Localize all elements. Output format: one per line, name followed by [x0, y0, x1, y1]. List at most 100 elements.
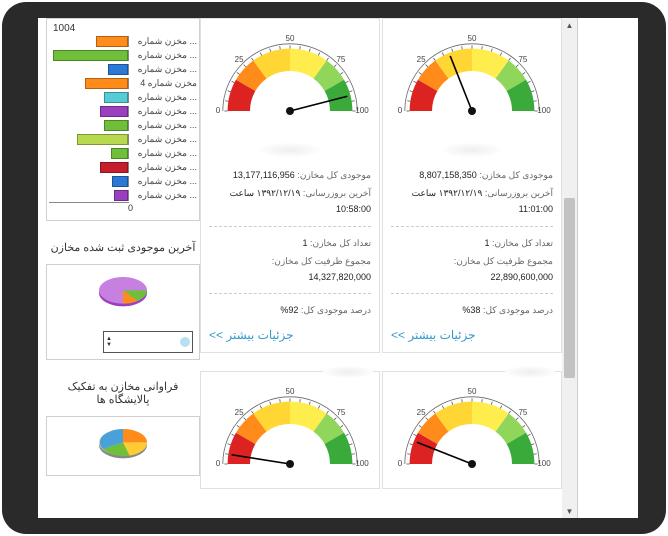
svg-text:75: 75: [336, 55, 345, 64]
bar-row-label: ... مخزن شماره: [131, 134, 197, 145]
count-line: تعداد کل مخازن: 1: [209, 235, 371, 251]
gauge-card-2: 0255075100 موجودی کل مخازن: 8,807,158,35…: [382, 18, 562, 353]
bar-row: ... مخزن شماره: [49, 146, 197, 160]
sidebar-section-title-2: فراوانی مخازن به تفکیک پالایشگاه ها: [46, 380, 200, 406]
pie-chart-icon: [88, 425, 158, 465]
bar-track: [49, 36, 129, 47]
bar-row-label: ... مخزن شماره: [131, 50, 197, 61]
bar-row: ... مخزن شماره: [49, 132, 197, 146]
bar-row: ... مخزن شماره: [49, 188, 197, 202]
svg-text:75: 75: [518, 409, 527, 418]
svg-text:75: 75: [518, 55, 527, 64]
gauge-wrap: 0255075100: [391, 25, 553, 135]
updated-line: آخرین بروزرسانی: ۱۳۹۲/۱۲/۱۹ ساعت 11:01:0…: [391, 185, 553, 217]
bar-fill: [104, 120, 128, 131]
bar-fill: [104, 92, 128, 103]
bar-fill: [53, 50, 128, 61]
bar-row: ... مخزن شماره: [49, 174, 197, 188]
separator: [209, 293, 371, 294]
capacity-line: مجموع ظرفیت کل مخازن: 22,890,600,000: [391, 253, 553, 285]
separator: [391, 293, 553, 294]
sidebar-pie-chart-2: [46, 416, 200, 476]
bar-row: ... مخزن شماره: [49, 118, 197, 132]
pie-chart-icon: [88, 273, 158, 313]
bar-fill: [112, 176, 128, 187]
inventory-line: موجودی کل مخازن: 8,807,158,350: [391, 167, 553, 183]
gauge-icon: 0255075100: [392, 29, 552, 129]
capacity-line: مجموع ظرفیت کل مخازن: 14,327,820,000: [209, 253, 371, 285]
bar-track: [49, 106, 129, 117]
gauge-icon: 0255075100: [210, 29, 370, 129]
bar-row-label: ... مخزن شماره: [131, 190, 197, 201]
bar-track: [49, 190, 129, 201]
bar-row: ... مخزن شماره: [49, 62, 197, 76]
gauge-card-4: 0255075100: [382, 371, 562, 489]
scroll-down-icon[interactable]: ▼: [562, 504, 577, 518]
app-screen: 1004 ... مخزن شماره... مخزن شماره... مخز…: [38, 18, 638, 518]
inventory-line: موجودی کل مخازن: 13,177,116,956: [209, 167, 371, 183]
title-placeholder: [442, 143, 502, 157]
bar-chart-max-label: 1004: [49, 23, 197, 34]
bar-row-label: ... مخزن شماره: [131, 92, 197, 103]
bar-row: ... مخزن شماره: [49, 34, 197, 48]
more-details-link[interactable]: جزئیات بیشتر >>: [209, 328, 371, 342]
scroll-up-icon[interactable]: ▲: [562, 18, 577, 32]
pie-legend: ▲▼: [103, 331, 193, 353]
bar-chart-zero-label: 0: [128, 203, 133, 213]
card-column-left: 0255075100 موجودی کل مخازن: 13,177,116,9…: [200, 18, 380, 518]
bar-row-label: ... مخزن شماره: [131, 162, 197, 173]
svg-text:0: 0: [216, 106, 221, 115]
bar-row: مخزن شماره 4: [49, 76, 197, 90]
bar-row: ... مخزن شماره: [49, 48, 197, 62]
bar-row: ... مخزن شماره: [49, 90, 197, 104]
sidebar-section-title-1: آخرین موجودی ثبت شده مخازن: [46, 241, 200, 254]
title-placeholder: [505, 366, 555, 378]
bar-fill: [85, 78, 128, 89]
bar-track: [49, 120, 129, 131]
svg-text:0: 0: [216, 459, 221, 468]
bar-row-label: ... مخزن شماره: [131, 120, 197, 131]
gauge-wrap: 0255075100: [391, 378, 553, 488]
sidebar-bar-chart: 1004 ... مخزن شماره... مخزن شماره... مخز…: [46, 18, 200, 221]
gauge-wrap: 0255075100: [209, 378, 371, 488]
gauge-card-1: 0255075100 موجودی کل مخازن: 13,177,116,9…: [200, 18, 380, 353]
updated-line: آخرین بروزرسانی: ۱۳۹۲/۱۲/۱۹ ساعت 10:58:0…: [209, 185, 371, 217]
bar-track: [49, 50, 129, 61]
bar-fill: [77, 134, 128, 145]
legend-spinner[interactable]: ▲▼: [106, 336, 112, 348]
legend-swatch: [180, 337, 190, 347]
scrollbar[interactable]: ▲ ▼: [562, 18, 578, 518]
bar-fill: [108, 64, 128, 75]
bar-track: [49, 78, 129, 89]
svg-text:50: 50: [468, 34, 477, 43]
gauge-wrap: 0255075100: [209, 25, 371, 135]
bar-row-label: ... مخزن شماره: [131, 176, 197, 187]
bar-fill: [100, 162, 128, 173]
bar-track: [49, 64, 129, 75]
svg-text:50: 50: [468, 387, 477, 396]
scrollbar-thumb[interactable]: [564, 198, 575, 378]
bar-chart-axis: 0: [49, 202, 129, 218]
svg-text:0: 0: [398, 106, 403, 115]
gauge-icon: 0255075100: [392, 382, 552, 482]
bar-fill: [96, 36, 128, 47]
card-column-right: 0255075100 موجودی کل مخازن: 8,807,158,35…: [382, 18, 562, 518]
title-placeholder: [323, 366, 373, 378]
bar-track: [49, 92, 129, 103]
bar-chart-rows: ... مخزن شماره... مخزن شماره... مخزن شما…: [49, 34, 197, 202]
bar-fill: [111, 148, 128, 159]
bar-track: [49, 134, 129, 145]
svg-text:50: 50: [286, 387, 295, 396]
bar-row: ... مخزن شماره: [49, 104, 197, 118]
bar-fill: [100, 106, 128, 117]
separator: [391, 226, 553, 227]
svg-text:75: 75: [336, 409, 345, 418]
bar-row: ... مخزن شماره: [49, 160, 197, 174]
sidebar: 1004 ... مخزن شماره... مخزن شماره... مخز…: [38, 18, 200, 518]
more-details-link[interactable]: جزئیات بیشتر >>: [391, 328, 553, 342]
bar-fill: [114, 190, 128, 201]
percent-line: درصد موجودی کل: 38%: [391, 302, 553, 318]
bar-row-label: مخزن شماره 4: [131, 78, 197, 89]
svg-text:50: 50: [286, 34, 295, 43]
title-placeholder: [260, 143, 320, 157]
